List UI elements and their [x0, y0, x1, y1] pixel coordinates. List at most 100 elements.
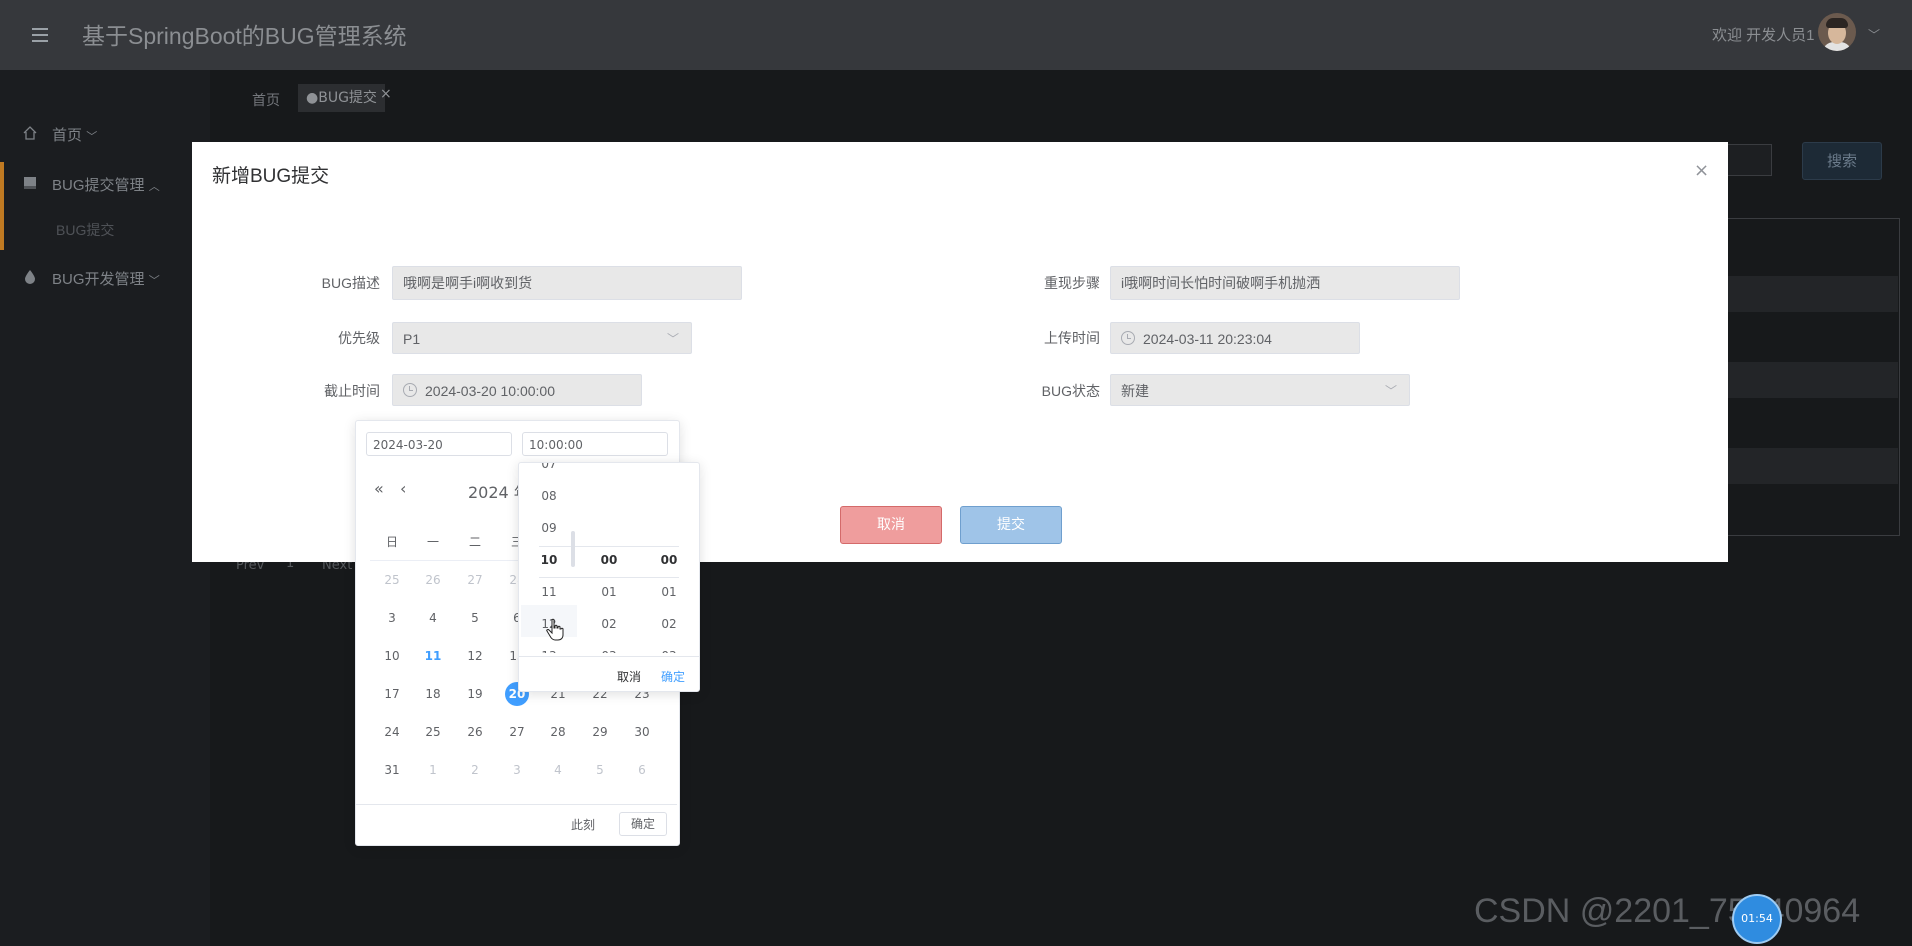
submit-button[interactable]: 提交 — [960, 506, 1062, 544]
sidebar-item-label: 首页 — [52, 127, 83, 144]
bug-status-select[interactable]: 新建 ﹀ — [1110, 374, 1410, 406]
table-row[interactable] — [1717, 448, 1898, 484]
minute-option[interactable]: 02 — [579, 617, 639, 631]
divider — [356, 804, 677, 805]
minute-option[interactable]: 03 — [579, 649, 639, 653]
hour-option-selected[interactable]: 10 — [519, 553, 579, 567]
label-bug-desc: BUG描述 — [321, 275, 380, 291]
second-option[interactable]: 02 — [639, 617, 699, 631]
table-row[interactable] — [1717, 362, 1898, 398]
calendar-day[interactable]: 25 — [377, 565, 407, 595]
scrollbar[interactable] — [571, 531, 575, 567]
calendar-day[interactable]: 31 — [377, 755, 407, 785]
close-icon[interactable]: × — [380, 86, 392, 102]
hamburger-menu-icon[interactable] — [26, 22, 56, 48]
dialog-title: 新增BUG提交 — [212, 166, 330, 187]
weekday-header: 二 — [468, 535, 481, 549]
tab-bug-submit[interactable]: ●BUG提交 — [298, 84, 385, 112]
hour-option[interactable]: 09 — [519, 521, 579, 535]
priority-select[interactable]: P1 ﹀ — [392, 322, 692, 354]
hour-option[interactable]: 13 — [519, 649, 579, 653]
calendar-day[interactable]: 27 — [460, 565, 490, 595]
hour-option[interactable]: 08 — [519, 489, 579, 503]
calendar-day[interactable]: 25 — [418, 717, 448, 747]
weekday-header: 日 — [385, 535, 398, 549]
calendar-day[interactable]: 24 — [377, 717, 407, 747]
calendar-day[interactable]: 1 — [418, 755, 448, 785]
calendar-day[interactable]: 17 — [377, 679, 407, 709]
sidebar-item-bug-submit[interactable]: BUG提交管理 ︿ — [0, 162, 210, 206]
calendar-day[interactable]: 28 — [543, 717, 573, 747]
calendar-day[interactable]: 6 — [627, 755, 657, 785]
second-option-selected[interactable]: 00 — [639, 553, 699, 567]
calendar-day[interactable]: 18 — [418, 679, 448, 709]
sidebar-item-home[interactable]: 首页 ﹀ — [0, 112, 210, 156]
watermark: CSDN @2201_75940964 — [1474, 892, 1861, 930]
calendar-day[interactable]: 3 — [502, 755, 532, 785]
now-button[interactable]: 此刻 — [571, 816, 595, 833]
calendar-day[interactable]: 4 — [418, 603, 448, 633]
second-option[interactable]: 01 — [639, 585, 699, 599]
picker-time-input[interactable]: 10:00:00 — [522, 432, 668, 456]
bug-desc-input[interactable]: 哦啊是啊手i啊收到货 — [392, 266, 742, 300]
label-priority: 优先级 — [338, 330, 380, 346]
calendar-day[interactable]: 3 — [377, 603, 407, 633]
priority-value: P1 — [403, 331, 421, 347]
label-upload-time: 上传时间 — [1044, 330, 1100, 346]
chevron-down-icon: ﹀ — [1384, 384, 1397, 398]
deadline-input[interactable]: 2024-03-20 10:00:00 — [392, 374, 642, 406]
drop-icon — [25, 270, 35, 284]
picker-date-input[interactable]: 2024-03-20 — [366, 432, 512, 456]
second-column[interactable]: 00 01 02 03 — [639, 463, 699, 653]
cancel-button[interactable]: 取消 — [840, 506, 942, 544]
divider — [519, 656, 699, 657]
weekday-header: 一 — [426, 535, 439, 549]
hour-option[interactable]: 11 — [519, 585, 579, 599]
second-option[interactable]: 03 — [639, 649, 699, 653]
calendar-day[interactable]: 4 — [543, 755, 573, 785]
label-deadline: 截止时间 — [324, 383, 380, 399]
calendar-day[interactable]: 30 — [627, 717, 657, 747]
hand-cursor-icon — [546, 618, 564, 641]
calendar-day[interactable]: 26 — [418, 565, 448, 595]
sidebar-item-label: BUG开发管理 — [52, 271, 145, 288]
calendar-day[interactable]: 27 — [502, 717, 532, 747]
search-button[interactable]: 搜索 — [1802, 142, 1882, 180]
calendar-day-today[interactable]: 11 — [418, 641, 448, 671]
calendar-day[interactable]: 12 — [460, 641, 490, 671]
time-cancel-button[interactable]: 取消 — [617, 668, 641, 685]
upload-time-input[interactable]: 2024-03-11 20:23:04 — [1110, 322, 1360, 354]
table-row[interactable] — [1717, 276, 1898, 312]
timer-badge: 01:54 — [1732, 894, 1782, 944]
minute-option[interactable]: 01 — [579, 585, 639, 599]
breadcrumb-home[interactable]: 首页 — [252, 90, 280, 110]
repro-steps-input[interactable]: i哦啊时间长怕时间破啊手机抛洒 — [1110, 266, 1460, 300]
hour-option[interactable]: 07 — [519, 463, 579, 471]
close-icon[interactable]: × — [1694, 160, 1709, 181]
sidebar-item-label: BUG提交管理 — [52, 177, 145, 194]
calendar-day[interactable]: 10 — [377, 641, 407, 671]
prev-month-icon[interactable]: ‹ — [400, 479, 406, 498]
picker-confirm-button[interactable]: 确定 — [619, 812, 667, 836]
minute-column[interactable]: 00 01 02 03 — [579, 463, 639, 653]
minute-option-selected[interactable]: 00 — [579, 553, 639, 567]
chevron-down-icon: ﹀ — [666, 332, 679, 346]
sidebar-item-bug-dev[interactable]: BUG开发管理 ﹀ — [0, 256, 210, 300]
app-title: 基于SpringBoot的BUG管理系统 — [82, 23, 407, 49]
avatar[interactable] — [1818, 13, 1856, 51]
calendar-day[interactable]: 29 — [585, 717, 615, 747]
welcome-text: 欢迎 开发人员1 — [1712, 27, 1815, 44]
label-bug-status: BUG状态 — [1041, 383, 1100, 399]
upload-time-value: 2024-03-11 20:23:04 — [1143, 331, 1272, 347]
calendar-day[interactable]: 5 — [585, 755, 615, 785]
chevron-down-icon[interactable]: ﹀ — [1868, 26, 1880, 43]
prev-year-icon[interactable]: « — [374, 479, 384, 498]
sidebar-subitem-bug-submit[interactable]: BUG提交 — [56, 220, 114, 240]
calendar-day[interactable]: 5 — [460, 603, 490, 633]
divider — [539, 577, 679, 578]
calendar-day[interactable]: 26 — [460, 717, 490, 747]
time-confirm-button[interactable]: 确定 — [661, 668, 685, 685]
calendar-day[interactable]: 19 — [460, 679, 490, 709]
deadline-value: 2024-03-20 10:00:00 — [425, 383, 555, 399]
calendar-day[interactable]: 2 — [460, 755, 490, 785]
